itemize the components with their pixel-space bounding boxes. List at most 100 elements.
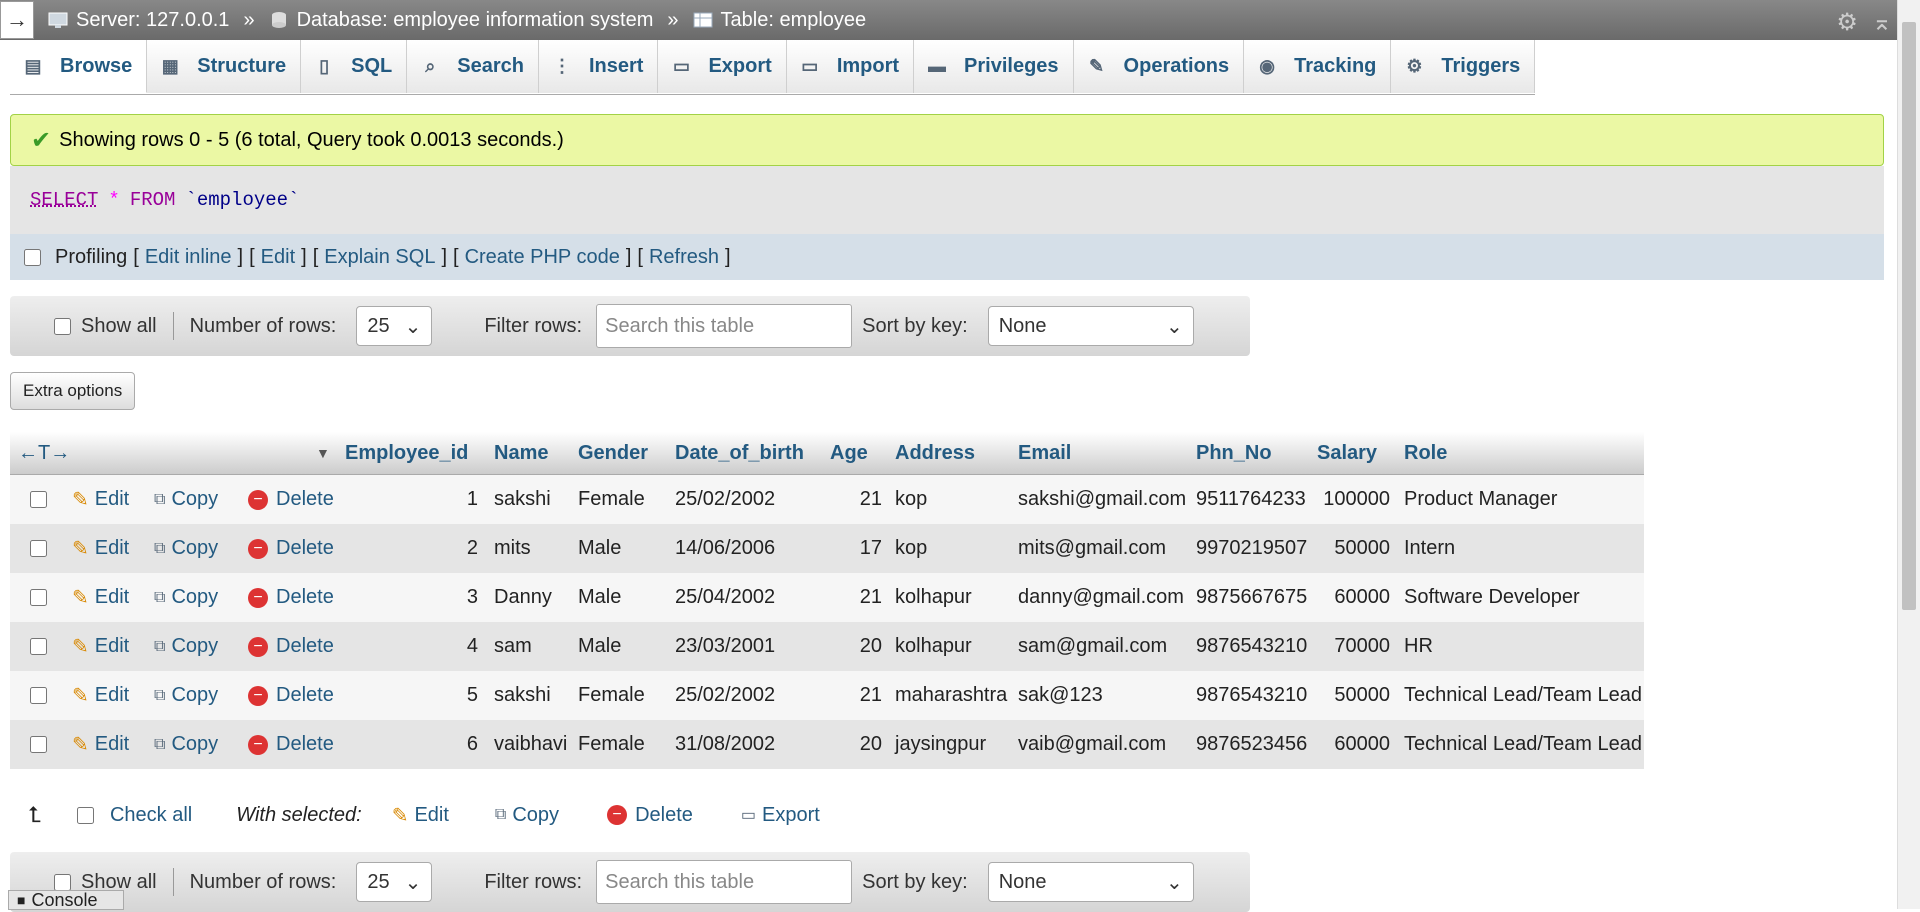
delete-icon: − bbox=[248, 489, 268, 510]
column-header-gender[interactable]: Gender bbox=[578, 442, 648, 465]
chevron-down-icon: ⌄ bbox=[404, 315, 422, 338]
column-header-date-of-birth[interactable]: Date_of_birth bbox=[675, 442, 804, 465]
scrollbar-thumb[interactable] bbox=[1902, 22, 1916, 610]
column-header-address[interactable]: Address bbox=[895, 442, 975, 465]
rows-select[interactable]: 25 ⌄ bbox=[356, 862, 433, 902]
row-edit-button[interactable]: ✎ Edit bbox=[72, 634, 129, 659]
bulk-delete-button[interactable]: − Delete bbox=[607, 804, 693, 827]
rows-select[interactable]: 25 ⌄ bbox=[356, 306, 433, 346]
breadcrumb-table[interactable]: Table: employee bbox=[693, 9, 866, 32]
row-delete-button[interactable]: − Delete bbox=[248, 733, 334, 756]
extra-options-button[interactable]: Extra options bbox=[10, 372, 136, 410]
column-header-employee-id[interactable]: Employee_id bbox=[345, 442, 468, 465]
scrollbar[interactable] bbox=[1897, 0, 1920, 909]
profiling-label: Profiling bbox=[55, 245, 128, 268]
cell-name: vaibhavi bbox=[494, 733, 568, 755]
row-checkbox[interactable] bbox=[30, 687, 47, 704]
tab-label: SQL bbox=[351, 55, 393, 77]
cell-salary: 60000 bbox=[1334, 733, 1390, 755]
tab-privileges[interactable]: ▬ Privileges bbox=[914, 40, 1074, 93]
cell-email: danny@gmail.com bbox=[1018, 586, 1184, 608]
row-edit-button[interactable]: ✎ Edit bbox=[72, 487, 129, 512]
column-header-salary[interactable]: Salary bbox=[1317, 442, 1377, 465]
row-checkbox[interactable] bbox=[30, 491, 47, 508]
cell-email: vaib@gmail.com bbox=[1018, 733, 1167, 755]
sort-triangle-icon[interactable]: ▼ bbox=[316, 445, 330, 461]
tab-insert[interactable]: ⋮ Insert bbox=[539, 40, 659, 93]
tab-search[interactable]: ⌕ Search bbox=[407, 40, 539, 93]
sql-query[interactable]: SELECT * FROM `employee` bbox=[10, 166, 1884, 234]
row-edit-button[interactable]: ✎ Edit bbox=[72, 536, 129, 561]
wrench-icon: ✎ bbox=[1089, 56, 1105, 76]
row-copy-button[interactable]: ⧉ Copy bbox=[154, 537, 218, 560]
row-edit-label: Edit bbox=[94, 733, 130, 755]
console-toggle[interactable]: ■ Console bbox=[8, 890, 124, 910]
pencil-icon: ✎ bbox=[72, 489, 89, 511]
breadcrumb-database[interactable]: Database: employee information system bbox=[269, 9, 653, 32]
tab-tracking[interactable]: ◉ Tracking bbox=[1244, 40, 1392, 93]
cell-date-of-birth: 25/02/2002 bbox=[675, 684, 776, 706]
sql-select-keyword[interactable]: SELECT bbox=[30, 189, 98, 211]
refresh-link[interactable]: Refresh bbox=[649, 246, 719, 269]
check-all-link[interactable]: Check all bbox=[110, 804, 192, 827]
tab-label: Triggers bbox=[1441, 55, 1521, 77]
sort-select[interactable]: None ⌄ bbox=[987, 862, 1194, 902]
row-delete-button[interactable]: − Delete bbox=[248, 586, 334, 609]
gear-icon[interactable]: ⚙ bbox=[1836, 8, 1858, 37]
bulk-copy-label: Copy bbox=[512, 803, 560, 826]
tab-export[interactable]: ▭ Export bbox=[658, 40, 787, 93]
row-delete-button[interactable]: − Delete bbox=[248, 537, 334, 560]
table-row: ✎ Edit ⧉ Copy − Delete 5 sakshi Female 25/02/2002… bbox=[10, 671, 1644, 720]
bulk-edit-button[interactable]: ✎ Edit bbox=[392, 803, 449, 828]
row-delete-button[interactable]: − Delete bbox=[248, 488, 334, 511]
row-checkbox[interactable] bbox=[30, 540, 47, 557]
row-copy-label: Copy bbox=[171, 586, 219, 608]
column-header-name[interactable]: Name bbox=[494, 442, 548, 465]
bulk-actions: ⮤ Check all With selected: ✎ Edit ⧉ Copy −… bbox=[10, 790, 820, 840]
row-edit-button[interactable]: ✎ Edit bbox=[72, 732, 129, 757]
collapse-top-icon[interactable]: ⌅ bbox=[1872, 8, 1892, 37]
arrow-up-icon: ⮤ bbox=[28, 802, 41, 827]
bulk-copy-button[interactable]: ⧉ Copy bbox=[495, 804, 559, 827]
breadcrumb-server[interactable]: Server: 127.0.0.1 bbox=[48, 9, 229, 32]
collapse-arrow-icon[interactable]: → bbox=[0, 1, 34, 39]
row-checkbox[interactable] bbox=[30, 736, 47, 753]
row-checkbox[interactable] bbox=[30, 638, 47, 655]
column-header-role[interactable]: Role bbox=[1404, 442, 1447, 465]
row-copy-button[interactable]: ⧉ Copy bbox=[154, 586, 218, 609]
row-checkbox[interactable] bbox=[30, 589, 47, 606]
cell-date-of-birth: 23/03/2001 bbox=[675, 635, 776, 657]
sort-select[interactable]: None ⌄ bbox=[987, 306, 1194, 346]
cell-role: Technical Lead/Team Lead bbox=[1404, 684, 1642, 706]
show-all-checkbox[interactable] bbox=[54, 317, 71, 335]
tab-sql[interactable]: ▯ SQL bbox=[301, 40, 408, 93]
show-all-checkbox[interactable] bbox=[54, 873, 71, 891]
edit-inline-link[interactable]: Edit inline bbox=[145, 246, 232, 269]
bulk-export-button[interactable]: ▭ Export bbox=[741, 804, 820, 827]
row-edit-button[interactable]: ✎ Edit bbox=[72, 683, 129, 708]
column-header-email[interactable]: Email bbox=[1018, 442, 1071, 465]
explain-sql-link[interactable]: Explain SQL bbox=[324, 246, 435, 269]
row-edit-button[interactable]: ✎ Edit bbox=[72, 585, 129, 610]
row-copy-button[interactable]: ⧉ Copy bbox=[154, 635, 218, 658]
filter-input[interactable]: Search this table bbox=[596, 860, 853, 904]
tab-import[interactable]: ▭ Import bbox=[786, 40, 915, 93]
create-php-code-link[interactable]: Create PHP code bbox=[465, 246, 620, 269]
tab-triggers[interactable]: ⚙ Triggers bbox=[1391, 40, 1536, 93]
edit-link[interactable]: Edit bbox=[261, 246, 295, 269]
column-arrows-icon[interactable]: ←T→ bbox=[18, 442, 70, 465]
column-header-phn-no[interactable]: Phn_No bbox=[1196, 442, 1272, 465]
row-copy-button[interactable]: ⧉ Copy bbox=[154, 684, 218, 707]
tab-operations[interactable]: ✎ Operations bbox=[1073, 40, 1245, 93]
tab-browse[interactable]: ▤ Browse bbox=[10, 40, 148, 93]
row-delete-button[interactable]: − Delete bbox=[248, 684, 334, 707]
row-delete-button[interactable]: − Delete bbox=[248, 635, 334, 658]
pencil-icon: ✎ bbox=[72, 587, 89, 609]
check-all-checkbox[interactable] bbox=[76, 806, 94, 824]
tab-structure[interactable]: ▦ Structure bbox=[147, 40, 302, 93]
profiling-checkbox[interactable] bbox=[24, 248, 41, 266]
filter-input[interactable]: Search this table bbox=[596, 304, 853, 348]
column-header-age[interactable]: Age bbox=[830, 442, 868, 465]
row-copy-button[interactable]: ⧉ Copy bbox=[154, 733, 218, 756]
row-copy-button[interactable]: ⧉ Copy bbox=[154, 488, 218, 511]
